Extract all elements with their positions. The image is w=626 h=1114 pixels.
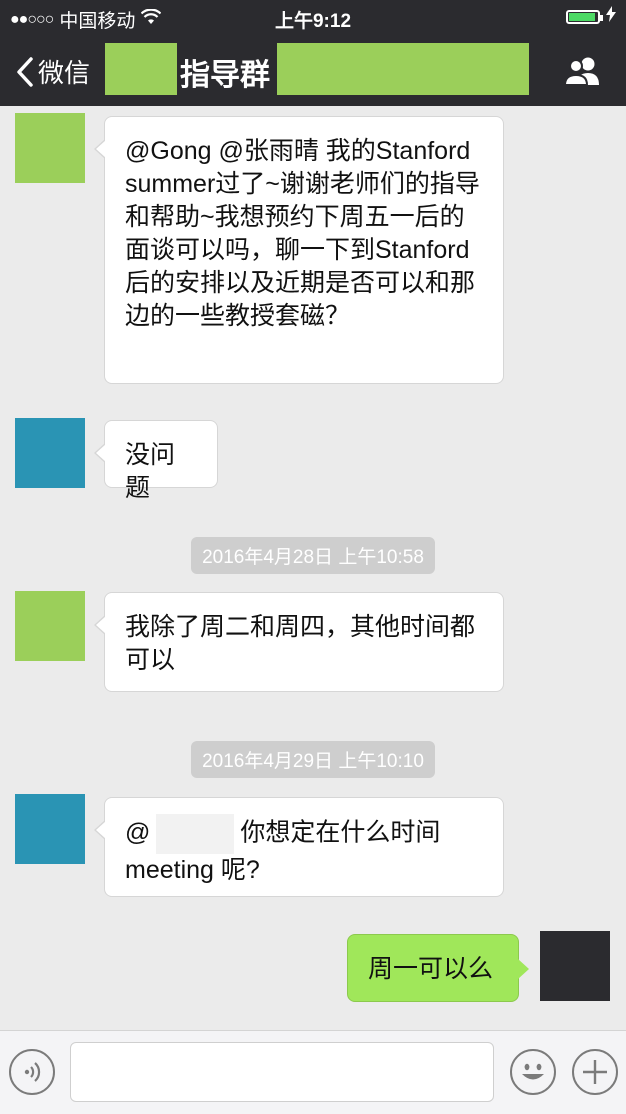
plus-button[interactable] <box>572 1049 618 1095</box>
redacted-block <box>277 43 529 95</box>
message-input[interactable] <box>70 1042 494 1102</box>
message-text: @Gong @张雨晴 我的Stanford summer过了~谢谢老师们的指导和… <box>125 137 480 330</box>
timestamp-text: 2016年4月29日 上午10:10 <box>191 741 435 778</box>
status-bar: ●●○○○ 中国移动 上午9:12 <box>0 0 626 34</box>
avatar-own[interactable] <box>540 931 610 1001</box>
avatar[interactable] <box>15 418 85 488</box>
plus-icon <box>583 1060 607 1084</box>
redacted-block <box>105 43 177 95</box>
message-bubble-own: 周一可以么 <box>347 934 529 1002</box>
back-button[interactable]: 微信 <box>16 53 90 90</box>
timestamp-text: 2016年4月28日 上午10:58 <box>191 537 435 574</box>
timestamp: 2016年4月28日 上午10:58 <box>0 537 626 574</box>
input-bar <box>0 1030 626 1114</box>
emoji-icon <box>522 1063 544 1080</box>
group-members-icon[interactable] <box>563 56 604 91</box>
avatar[interactable] <box>15 113 85 183</box>
message-bubble: @Gong @张雨晴 我的Stanford summer过了~谢谢老师们的指导和… <box>94 116 504 384</box>
message-text: 周一可以么 <box>368 955 494 983</box>
charging-icon <box>606 6 616 28</box>
avatar[interactable] <box>15 794 85 864</box>
message-text: 没问题 <box>125 441 176 502</box>
nav-bar: 微信 指导群 <box>0 34 626 106</box>
battery-icon <box>566 10 603 24</box>
back-chevron-icon <box>17 56 33 87</box>
message-bubble: @ 你想定在什么时间meeting 呢? <box>94 797 504 897</box>
page-title: 指导群 <box>180 59 270 92</box>
redacted-name <box>156 814 235 854</box>
voice-icon <box>24 1062 41 1082</box>
mention-at: @ <box>125 818 151 847</box>
voice-button[interactable] <box>9 1049 55 1095</box>
message-text: 我除了周二和周四，其他时间都可以 <box>125 613 476 674</box>
message-bubble: 我除了周二和周四，其他时间都可以 <box>94 592 504 692</box>
avatar[interactable] <box>15 591 85 661</box>
emoji-button[interactable] <box>510 1049 556 1095</box>
back-label: 微信 <box>38 58 91 88</box>
status-time: 上午9:12 <box>274 11 352 32</box>
message-bubble: 没问题 <box>94 420 218 502</box>
timestamp: 2016年4月29日 上午10:10 <box>0 741 626 778</box>
